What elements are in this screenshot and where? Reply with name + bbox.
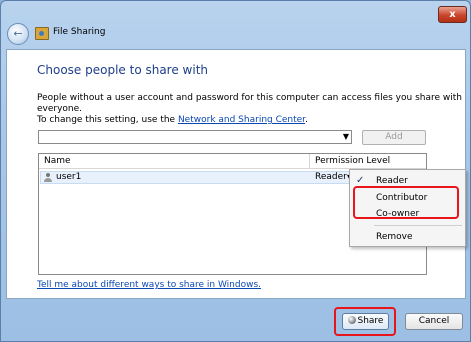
column-header-permission[interactable]: Permission Level (310, 154, 426, 169)
permission-value[interactable]: Reader (315, 172, 347, 183)
menu-divider (374, 225, 462, 226)
back-arrow-icon: ← (13, 27, 23, 40)
file-sharing-icon (35, 27, 49, 40)
description: People without a user account and passwo… (37, 93, 467, 126)
menu-item-remove[interactable]: Remove (376, 231, 413, 243)
column-header-name[interactable]: Name (39, 154, 310, 169)
description-line-1: People without a user account and passwo… (37, 93, 462, 114)
help-link[interactable]: Tell me about different ways to share in… (37, 280, 261, 290)
checkmark-icon: ✓ (356, 175, 365, 186)
page-title: Choose people to share with (37, 63, 209, 77)
highlight-box-menu (353, 186, 459, 219)
cancel-button[interactable]: Cancel (405, 313, 463, 330)
description-suffix: . (305, 115, 308, 125)
user-combo-box[interactable]: ▼ (38, 130, 352, 144)
chevron-down-icon[interactable]: ▼ (343, 132, 349, 141)
close-icon: x (449, 9, 456, 20)
user-icon (44, 173, 52, 182)
close-button[interactable]: x (438, 6, 467, 23)
highlight-box-share (334, 307, 396, 336)
user-name: user1 (56, 172, 82, 182)
window-title: File Sharing (53, 27, 106, 37)
description-line-2: To change this setting, use the Network … (37, 115, 467, 126)
network-sharing-center-link[interactable]: Network and Sharing Center (178, 115, 305, 125)
file-sharing-window: x ← File Sharing Choose people to share … (0, 0, 471, 342)
title-bar: ← File Sharing (1, 23, 470, 45)
description-prefix: To change this setting, use the (37, 115, 178, 125)
back-button[interactable]: ← (7, 23, 29, 45)
add-button[interactable]: Add (362, 130, 426, 145)
